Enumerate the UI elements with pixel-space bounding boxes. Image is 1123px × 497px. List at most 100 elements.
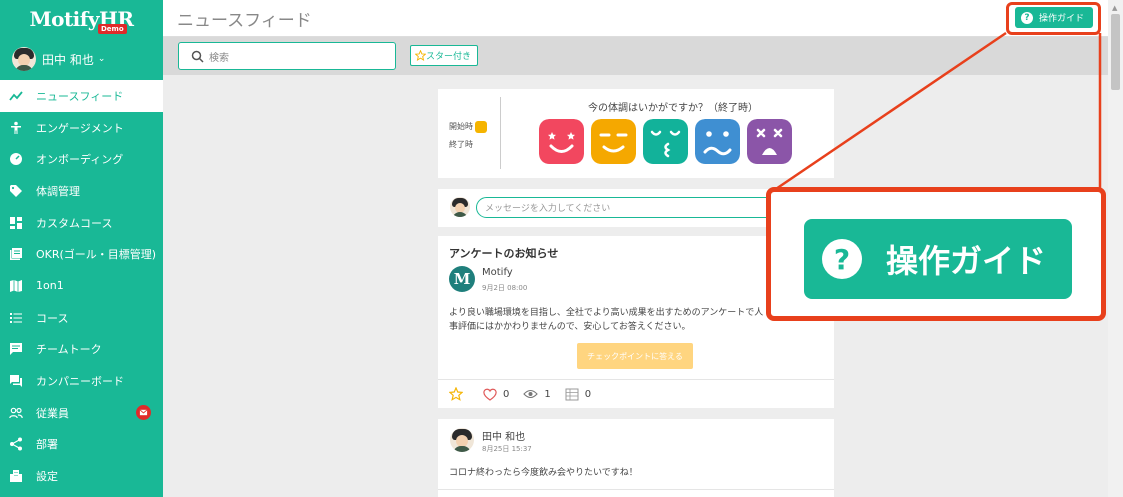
forum-icon [9, 374, 23, 388]
sidebar-item-label: OKR(ゴール・目標管理) [36, 248, 157, 262]
views: 1 [523, 388, 551, 400]
person-icon [9, 121, 23, 135]
star-icon [449, 387, 463, 401]
demo-badge: Demo [98, 24, 127, 34]
scroll-up-icon[interactable]: ▲ [1112, 4, 1117, 12]
sidebar-item-label: カンパニーボード [36, 375, 124, 389]
question-icon: ? [822, 239, 862, 279]
map-icon [9, 279, 23, 293]
sidebar-item-label: 設定 [36, 470, 58, 484]
sidebar-item-label: オンボーディング [36, 153, 124, 167]
user-name: 田中 和也 [42, 52, 94, 67]
sidebar-item-team-talk[interactable]: チームトーク [0, 334, 163, 366]
sidebar-item-label: コース [36, 311, 69, 325]
search-placeholder: 検索 [209, 52, 229, 64]
chevron-down-icon: ⌄ [97, 54, 106, 64]
scroll-thumb[interactable] [1111, 14, 1120, 90]
like-count: 0 [503, 388, 510, 400]
star-filter-button[interactable]: スター付き [410, 45, 478, 66]
sidebar-item-label: ニュースフィード [36, 89, 124, 103]
avatar [450, 197, 470, 217]
building-icon [9, 469, 23, 483]
book-icon [9, 247, 23, 261]
mood-question: 今の体調はいかがですか？（終了時） [588, 103, 758, 114]
mood-neutral-icon[interactable] [643, 119, 688, 164]
star-button[interactable] [449, 387, 469, 401]
mail-icon [136, 405, 151, 421]
search-icon [191, 50, 204, 63]
comment-table-icon [565, 388, 579, 400]
sidebar-item-label: 体調管理 [36, 184, 80, 198]
header: ニュースフィード [163, 0, 1123, 37]
sidebar-item-department[interactable]: 部署 [0, 429, 163, 461]
mood-good-icon[interactable] [591, 119, 636, 164]
mood-faces [539, 119, 792, 164]
people-icon [9, 406, 23, 420]
sidebar-item-course[interactable]: コース [0, 302, 163, 334]
trend-icon [9, 89, 23, 103]
avatar [12, 47, 36, 71]
divider [500, 97, 501, 169]
post-body: より良い職場環境を目指し、全社でより高い成果を出すためのアンケートで人事評価には… [449, 308, 764, 332]
chat-icon [9, 342, 23, 356]
post-card: 田中 和也 8月25日 15:37 コロナ終わったら今度飲み会やりたいですね！ [438, 419, 834, 497]
sidebar-item-label: 1on1 [36, 279, 64, 293]
post-author[interactable]: 田中 和也 [482, 428, 525, 443]
sidebar-item-newsfeed[interactable]: ニュースフィード [0, 80, 163, 112]
comments[interactable]: 0 [565, 388, 591, 401]
post-author[interactable]: Motify [482, 267, 513, 278]
comment-count: 0 [584, 388, 592, 400]
highlight-frame [1006, 2, 1101, 35]
mood-bad-icon[interactable] [695, 119, 740, 164]
sidebar-item-label: カスタムコース [36, 216, 113, 230]
sidebar-item-label: 部署 [36, 438, 58, 452]
search-input[interactable]: 検索 [178, 42, 396, 70]
sidebar-item-1on1[interactable]: 1on1 [0, 270, 163, 302]
share-icon [9, 437, 23, 451]
end-label: 終了時 [449, 140, 473, 149]
sidebar-item-employees[interactable]: 従業員 [0, 397, 163, 429]
view-count: 1 [544, 388, 551, 400]
search-bar: 検索 スター付き [163, 37, 1108, 75]
sidebar-item-label: エンゲージメント [36, 121, 124, 135]
divider [438, 489, 834, 490]
sidebar-item-label: 従業員 [36, 406, 69, 420]
sidebar-item-okr[interactable]: OKR(ゴール・目標管理) [0, 238, 163, 270]
avatar [450, 428, 474, 452]
post-actions: 0 1 0 [438, 379, 834, 408]
mood-labels: 開始時 終了時 [449, 118, 487, 154]
like-button[interactable]: 0 [483, 388, 509, 401]
callout-label: 操作ガイド [886, 242, 1047, 280]
dashboard-icon [9, 216, 23, 230]
post-body: コロナ終わったら今度飲み会やりたいですね！ [449, 468, 638, 478]
sidebar-item-engagement[interactable]: エンゲージメント [0, 112, 163, 144]
post-date: 9月2日 08:00 [482, 284, 528, 292]
sidebar: MotifyHR Demo 田中 和也 ⌄ ニュースフィード エンゲージメント … [0, 0, 163, 497]
sidebar-item-health[interactable]: 体調管理 [0, 175, 163, 207]
post-date: 8月25日 15:37 [482, 445, 532, 453]
heart-icon [483, 388, 497, 401]
app-logo[interactable]: MotifyHR Demo [0, 0, 163, 38]
sidebar-item-onboarding[interactable]: オンボーディング [0, 143, 163, 175]
user-menu[interactable]: 田中 和也 ⌄ [0, 38, 163, 80]
checkpoint-answer-button[interactable]: チェックポイントに答える [577, 343, 693, 369]
motify-avatar: M [449, 266, 475, 292]
sidebar-item-custom-course[interactable]: カスタムコース [0, 207, 163, 239]
sidebar-item-company-board[interactable]: カンパニーボード [0, 365, 163, 397]
sidebar-item-settings[interactable]: 設定 [0, 460, 163, 492]
star-filter-label: スター付き [426, 52, 472, 62]
selected-mood-icon [475, 120, 487, 133]
sidebar-item-label: チームトーク [36, 343, 102, 357]
operation-guide-button-zoomed: ? 操作ガイド [804, 219, 1072, 299]
page-title: ニュースフィード [177, 11, 312, 31]
sidebar-nav: ニュースフィード エンゲージメント オンボーディング 体調管理 カスタムコース … [0, 80, 163, 492]
start-label: 開始時 [449, 122, 473, 131]
mood-card: 開始時 終了時 今の体調はいかがですか？（終了時） [438, 89, 834, 178]
scrollbar[interactable]: ▲ [1108, 0, 1123, 497]
mood-great-icon[interactable] [539, 119, 584, 164]
tag-icon [9, 184, 23, 198]
mood-terrible-icon[interactable] [747, 119, 792, 164]
callout-box: ? 操作ガイド [766, 187, 1106, 321]
eye-icon [523, 389, 539, 399]
star-icon [415, 50, 426, 61]
